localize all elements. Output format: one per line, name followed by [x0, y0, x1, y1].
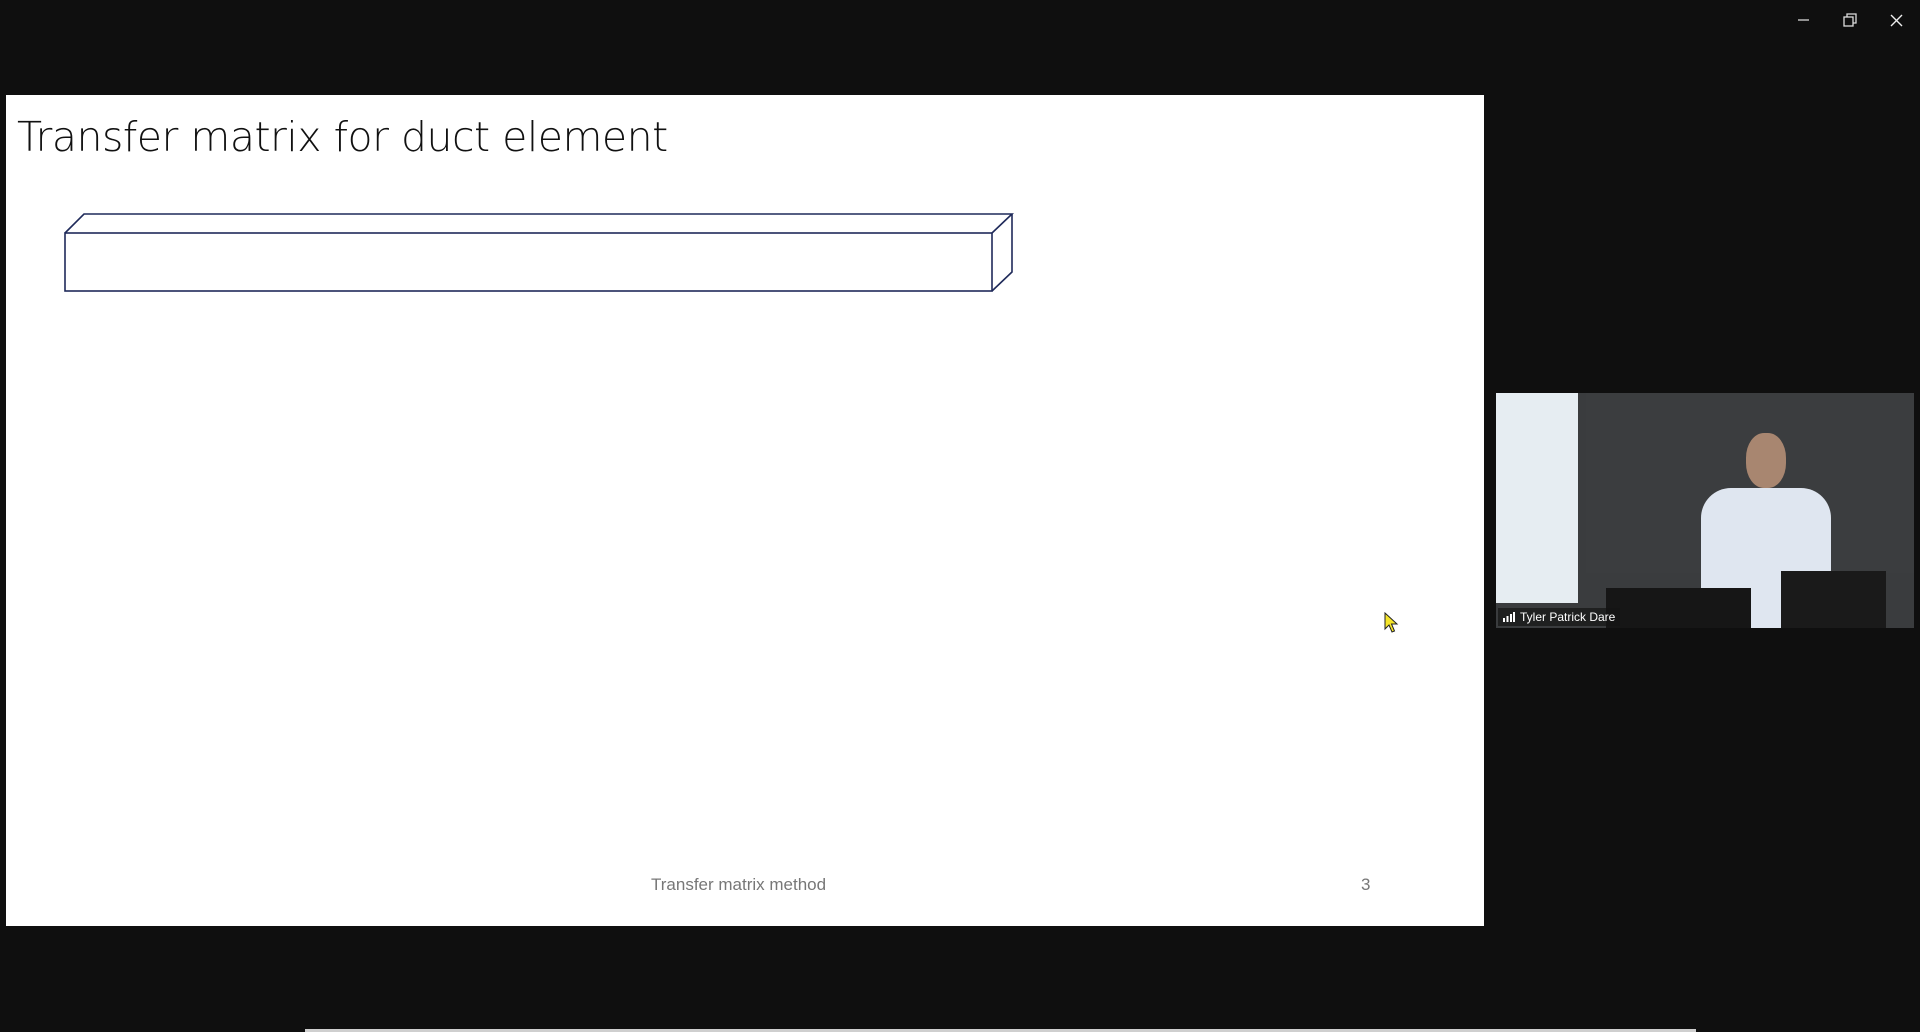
participant-video[interactable]: Tyler Patrick Dare	[1496, 393, 1914, 628]
participant-name: Tyler Patrick Dare	[1520, 610, 1616, 624]
duct-side-face	[991, 214, 1013, 292]
duct-element-diagram	[64, 213, 1015, 292]
participant-name-tag: Tyler Patrick Dare	[1498, 608, 1621, 626]
podium-monitor	[1606, 588, 1751, 628]
slide-footer: Transfer matrix method	[651, 875, 827, 894]
close-icon	[1890, 14, 1902, 26]
mouse-cursor-icon	[1384, 612, 1399, 633]
projector-screen	[1496, 393, 1578, 603]
slide-page-number: 3	[1361, 875, 1371, 894]
duct-top-face	[64, 213, 1015, 234]
desk-monitor	[1781, 571, 1886, 628]
signal-bars-icon	[1503, 612, 1515, 622]
close-button[interactable]	[1876, 8, 1916, 32]
duct-front-face	[64, 232, 993, 292]
restore-button[interactable]	[1830, 8, 1870, 32]
presenter-head	[1746, 433, 1786, 488]
minimize-button[interactable]	[1784, 8, 1824, 32]
minimize-icon	[1798, 19, 1809, 21]
restore-icon	[1843, 13, 1857, 27]
shared-slide: Transfer matrix for duct element Transfe…	[6, 95, 1484, 926]
